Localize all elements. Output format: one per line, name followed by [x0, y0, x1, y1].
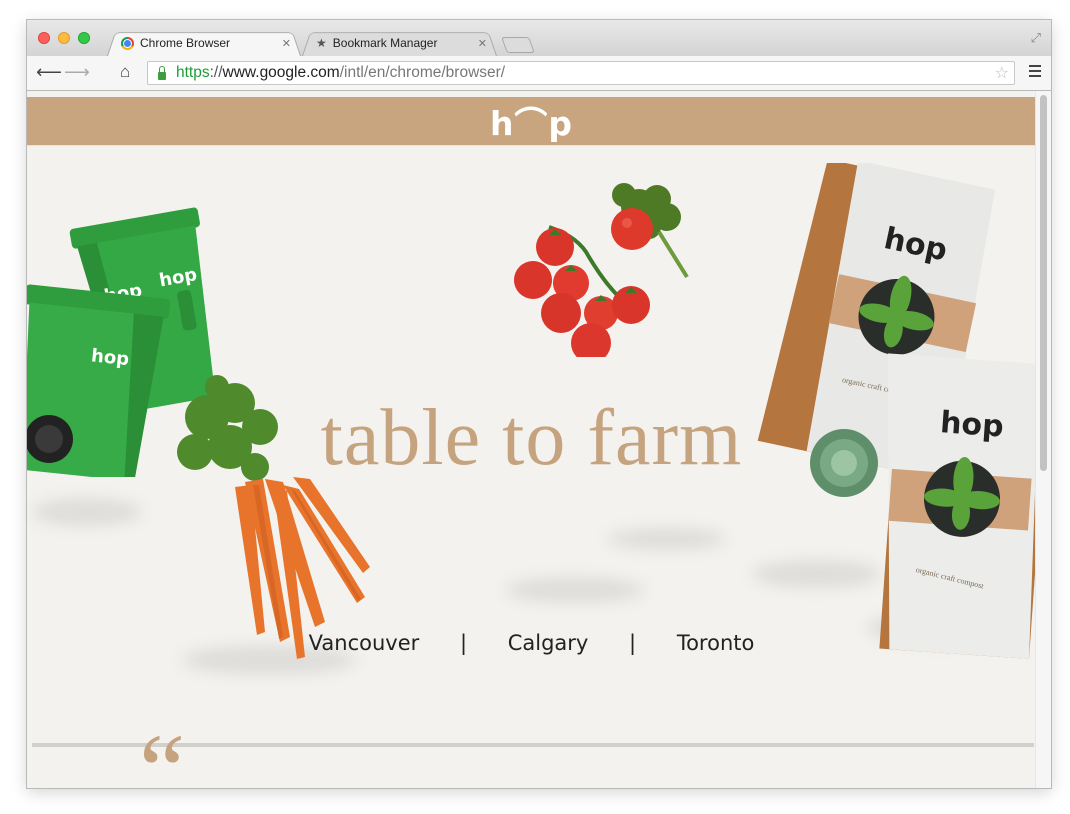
- new-tab-button[interactable]: [501, 37, 535, 53]
- minimize-window-button[interactable]: [58, 32, 70, 44]
- page-viewport: h⌒p hop hop hop hop organic craft compos…: [27, 91, 1051, 788]
- city-separator: |: [629, 631, 637, 655]
- url-path: /intl/en/chrome/browser/: [339, 64, 506, 81]
- site-header: h⌒p: [27, 97, 1036, 145]
- close-tab-icon[interactable]: ✕: [478, 37, 487, 50]
- city-links: Vancouver | Calgary | Toronto: [27, 631, 1036, 655]
- close-tab-icon[interactable]: ✕: [282, 37, 291, 50]
- url-host: www.google.com: [222, 64, 340, 81]
- tab-chrome-browser[interactable]: Chrome Browser ✕: [107, 30, 301, 56]
- tab-strip: Chrome Browser ✕ ★ Bookmark Manager ✕ ⤢: [27, 20, 1051, 56]
- toolbar: ⟵ ⟶ ⌂ https://www.google.com/intl/en/chr…: [27, 56, 1051, 91]
- lock-icon: [158, 66, 166, 80]
- hero-title: table to farm: [320, 394, 743, 482]
- site-logo[interactable]: h⌒p: [490, 97, 573, 145]
- city-link-vancouver[interactable]: Vancouver: [309, 631, 420, 655]
- svg-text:hop: hop: [90, 345, 130, 370]
- home-icon[interactable]: ⌂: [120, 62, 130, 82]
- tomatoes-image: [514, 183, 689, 357]
- scrollbar[interactable]: [1035, 91, 1051, 788]
- url-scheme: https: [176, 64, 210, 81]
- zoom-window-button[interactable]: [78, 32, 90, 44]
- city-link-calgary[interactable]: Calgary: [508, 631, 589, 655]
- forward-arrow-icon[interactable]: ⟶: [64, 62, 90, 82]
- close-window-button[interactable]: [38, 32, 50, 44]
- fullscreen-icon[interactable]: ⤢: [1031, 30, 1041, 46]
- city-link-toronto[interactable]: Toronto: [677, 631, 755, 655]
- menu-icon[interactable]: [1029, 65, 1041, 80]
- bookmark-star-icon[interactable]: ☆: [995, 63, 1009, 83]
- address-bar[interactable]: https://www.google.com/intl/en/chrome/br…: [147, 61, 1015, 85]
- scrollbar-thumb[interactable]: [1040, 95, 1047, 471]
- url-separator: ://: [209, 64, 223, 81]
- browser-window: Chrome Browser ✕ ★ Bookmark Manager ✕ ⤢ …: [27, 20, 1051, 788]
- city-separator: |: [459, 631, 468, 655]
- back-arrow-icon[interactable]: ⟵: [36, 62, 62, 82]
- tab-title: Bookmark Manager: [332, 36, 438, 50]
- tab-bookmark-manager[interactable]: ★ Bookmark Manager ✕: [302, 30, 497, 56]
- chrome-icon: [121, 36, 134, 50]
- tab-title: Chrome Browser: [140, 36, 231, 50]
- star-icon: ★: [316, 36, 327, 50]
- quote-mark: “: [139, 713, 186, 789]
